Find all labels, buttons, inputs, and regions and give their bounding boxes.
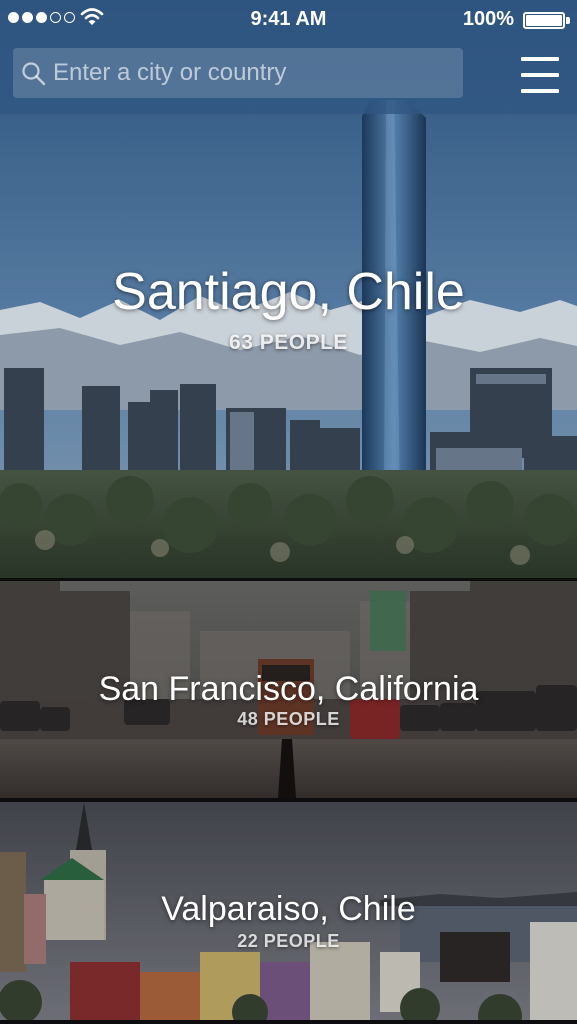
people-count: 22 PEOPLE (237, 931, 340, 951)
status-bar: 9:41 AM 100% (0, 0, 577, 40)
battery-percentage: 100% (462, 8, 514, 30)
search-input[interactable] (53, 48, 453, 98)
search-icon (22, 62, 46, 86)
city-name: Valparaiso, Chile (161, 890, 416, 928)
hamburger-menu-icon[interactable] (521, 57, 561, 93)
people-count: 48 PEOPLE (237, 709, 340, 729)
city-name: San Francisco, California (98, 670, 479, 708)
search-bar[interactable] (13, 48, 463, 98)
people-count: 63 PEOPLE (229, 331, 348, 354)
battery-icon (523, 12, 565, 29)
city-card-valparaiso[interactable]: Valparaiso, Chile 22 PEOPLE (0, 802, 577, 1020)
city-name: Santiago, Chile (112, 263, 465, 321)
city-card-san-francisco[interactable]: San Francisco, California 48 PEOPLE (0, 581, 577, 798)
